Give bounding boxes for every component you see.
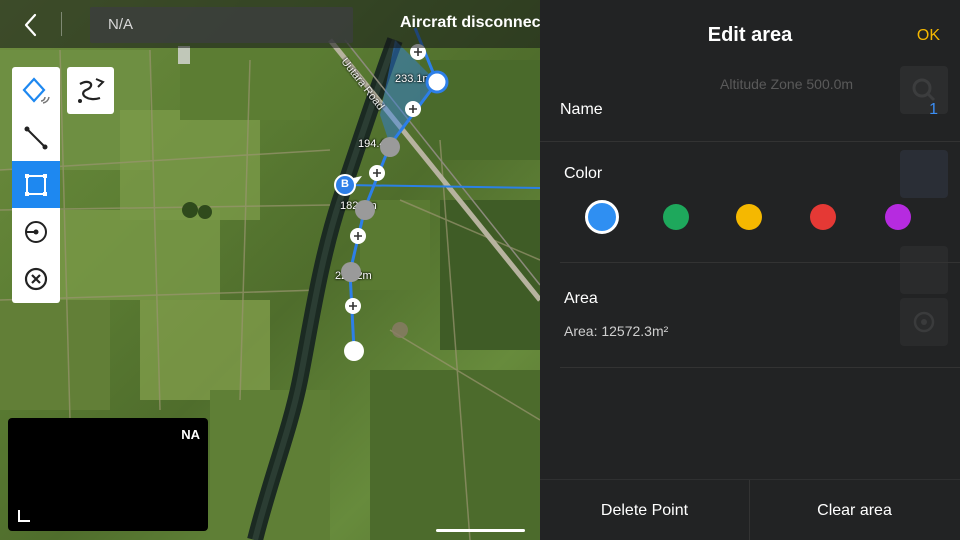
orbit-tool-icon (25, 220, 47, 243)
ghost-eraser-icon (900, 246, 948, 294)
color-swatch[interactable] (663, 204, 689, 230)
mini-camera-view[interactable]: NA (8, 418, 208, 531)
status-box: N/A (90, 7, 353, 43)
clear-tool-button[interactable] (12, 255, 60, 302)
back-button[interactable] (16, 10, 46, 40)
color-swatch[interactable] (585, 200, 619, 234)
ghost-locate-icon (900, 298, 948, 346)
chevron-left-icon (24, 13, 37, 37)
clear-area-button[interactable]: Clear area (750, 480, 959, 540)
ghost-compass-icon (900, 150, 948, 198)
area-tool-button[interactable] (12, 161, 60, 208)
marker-label: B (341, 178, 349, 190)
color-swatch[interactable] (885, 204, 911, 230)
connection-status: Aircraft disconnected (400, 14, 540, 31)
panel-title: Edit area (707, 24, 793, 46)
divider (560, 262, 960, 263)
color-swatch[interactable] (810, 204, 836, 230)
line-tool-icon (24, 126, 48, 149)
ok-button[interactable]: OK (917, 27, 940, 45)
waypoint-mode-icon (22, 76, 50, 104)
distance-label: 233.1m (395, 73, 432, 85)
waypoint-mode-button[interactable] (12, 67, 60, 114)
expand-corner-icon[interactable] (18, 510, 30, 522)
route-tool-button[interactable] (67, 67, 114, 114)
distance-label: 226.2m (335, 270, 372, 282)
divider (61, 12, 62, 36)
mini-view-label: NA (181, 427, 200, 442)
divider (560, 367, 960, 368)
color-label: Color (564, 165, 603, 182)
name-input[interactable]: 1 (929, 101, 938, 119)
delete-point-button[interactable]: Delete Point (540, 480, 749, 540)
color-swatch[interactable] (736, 204, 762, 230)
area-label: Area (564, 290, 598, 307)
route-curve-icon (77, 77, 105, 103)
name-row: Name 1 (540, 79, 960, 142)
area-tool-icon (25, 173, 47, 196)
drawing-toolbar (12, 67, 60, 303)
bottom-action-bar: Delete Point Clear area (540, 479, 960, 540)
orbit-tool-button[interactable] (12, 208, 60, 255)
clear-tool-icon (24, 267, 48, 290)
area-value: Area: 12572.3m² (564, 323, 669, 339)
map-view[interactable]: 233.1m 194.4m 182.1m 226.2m Uutara Road … (0, 0, 540, 540)
edit-area-panel: Altitude Zone 500.0m Edit area OK Name 1… (540, 0, 960, 540)
home-indicator[interactable] (436, 529, 525, 532)
line-tool-button[interactable] (12, 114, 60, 161)
top-bar: N/A Aircraft disconnected (0, 0, 540, 48)
distance-label: 194.4m (358, 138, 395, 150)
distance-label: 182.1m (340, 200, 377, 212)
name-label: Name (560, 101, 603, 118)
